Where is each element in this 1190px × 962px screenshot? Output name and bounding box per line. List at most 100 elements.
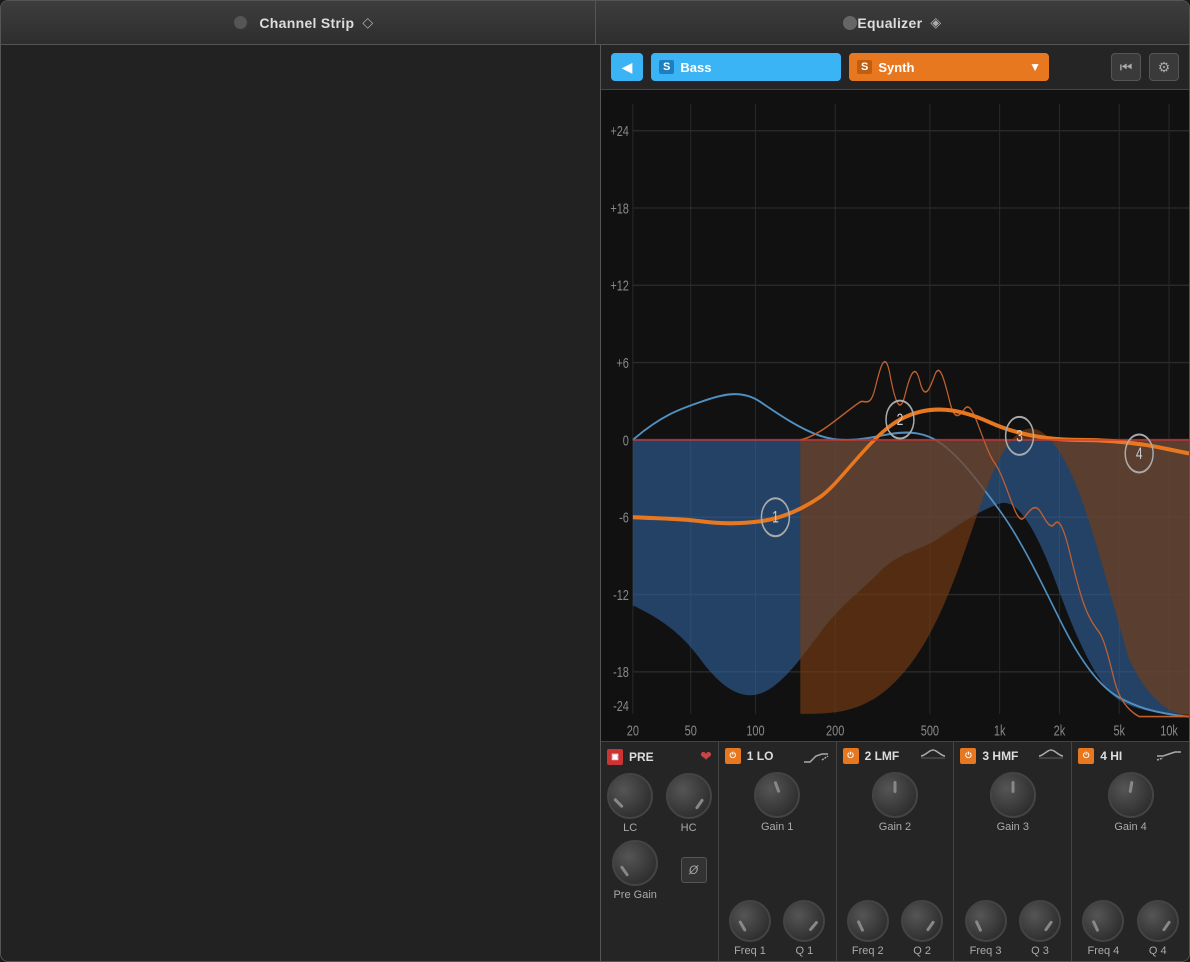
bass-track-selector[interactable]: S Bass [651, 53, 841, 81]
band4-freq-knob[interactable] [1082, 900, 1124, 942]
pre-gain-knob-group: Pre Gain [612, 840, 658, 901]
svg-text:2k: 2k [1054, 722, 1066, 739]
hc-knob-group: HC [666, 773, 712, 834]
band4-shape-icon [1155, 748, 1183, 764]
synth-track-selector[interactable]: S Synth ▼ [849, 53, 1049, 81]
band3-q-knob[interactable] [1019, 900, 1061, 942]
band2-power-button[interactable]: ⏻ [843, 748, 859, 764]
band1-gain-knob[interactable] [754, 772, 800, 818]
svg-text:20: 20 [627, 722, 639, 739]
svg-text:+6: +6 [616, 354, 628, 371]
band1-label: 1 LO [747, 749, 796, 763]
band1-q-knob[interactable] [783, 900, 825, 942]
svg-text:2: 2 [897, 411, 904, 429]
svg-text:500: 500 [921, 722, 939, 739]
pre-icon: ❤ [700, 748, 712, 765]
band1-knobs: Gain 1 Freq 1 Q 1 [723, 772, 832, 957]
band1-q-label: Q 1 [796, 945, 814, 957]
band2-section: ⏻ 2 LMF Gain 2 [837, 742, 955, 961]
circle-icon [843, 16, 857, 30]
phase-button[interactable]: Ø [681, 857, 707, 883]
band1-power-button[interactable]: ⏻ [725, 748, 741, 764]
svg-text:100: 100 [746, 722, 764, 739]
pre-power-icon: ▣ [611, 752, 619, 761]
band1-freq-knob[interactable] [729, 900, 771, 942]
window-close-button[interactable] [234, 16, 247, 29]
svg-text:+24: +24 [610, 122, 629, 139]
svg-text:+18: +18 [610, 200, 629, 217]
band4-knobs: Gain 4 Freq 4 Q 4 [1076, 772, 1185, 957]
svg-text:4: 4 [1136, 445, 1143, 463]
band2-label: 2 LMF [865, 749, 914, 763]
phase-icon: Ø [689, 863, 698, 877]
hc-label: HC [681, 822, 697, 834]
band3-freq-knob[interactable] [965, 900, 1007, 942]
pre-gain-knob[interactable] [612, 840, 658, 886]
band4-section: ⏻ 4 HI Gain 4 [1072, 742, 1189, 961]
pre-section: ▣ PRE ❤ LC HC [601, 742, 719, 961]
svg-text:3: 3 [1016, 428, 1023, 446]
band4-gain-knob[interactable] [1108, 772, 1154, 818]
band2-gain-group: Gain 2 [841, 772, 950, 833]
band3-gain-group: Gain 3 [958, 772, 1067, 833]
band3-q-label: Q 3 [1031, 945, 1049, 957]
svg-text:-24: -24 [613, 697, 629, 714]
svg-text:10k: 10k [1160, 722, 1178, 739]
lc-label: LC [623, 822, 637, 834]
pre-bottom-knobs: Pre Gain Ø [605, 840, 714, 901]
band3-shape-icon [1037, 748, 1065, 764]
rewind-icon: ⏮ [1120, 59, 1133, 76]
rewind-button[interactable]: ⏮ [1111, 53, 1141, 81]
bass-label: Bass [680, 60, 711, 75]
back-button[interactable]: ◀ [611, 53, 643, 81]
band3-freq-label: Freq 3 [970, 945, 1002, 957]
band2-gain-knob[interactable] [872, 772, 918, 818]
svg-text:1: 1 [772, 509, 779, 527]
equalizer-panel: ◀ S Bass S Synth ▼ ⏮ ⚙ [601, 45, 1189, 961]
pre-power-button[interactable]: ▣ [607, 749, 623, 765]
svg-text:200: 200 [826, 722, 844, 739]
band1-section: ⏻ 1 LO Gain 1 [719, 742, 837, 961]
band3-power-button[interactable]: ⏻ [960, 748, 976, 764]
band3-gain-label: Gain 3 [997, 821, 1029, 833]
pre-gain-label: Pre Gain [613, 889, 656, 901]
band2-knobs: Gain 2 Freq 2 Q 2 [841, 772, 950, 957]
settings-button[interactable]: ⚙ [1149, 53, 1179, 81]
band3-power-icon: ⏻ [965, 751, 971, 761]
eq-display[interactable]: 1 2 3 4 +24 +18 +12 +6 0 -6 -12 -18 [601, 90, 1189, 741]
band1-freq-label: Freq 1 [734, 945, 766, 957]
band1-shape-icon [802, 748, 830, 764]
svg-text:-12: -12 [613, 586, 629, 603]
band2-q-knob[interactable] [901, 900, 943, 942]
band2-freq-knob[interactable] [847, 900, 889, 942]
title-bar: Channel Strip ◇ Equalizer ◈ [1, 1, 1189, 45]
band3-knobs: Gain 3 Freq 3 Q 3 [958, 772, 1067, 957]
plugin-window: Channel Strip ◇ Equalizer ◈ ◀ S Bass [0, 0, 1190, 962]
dropdown-arrow-icon: ▼ [1029, 60, 1041, 74]
band2-header: ⏻ 2 LMF [841, 748, 950, 764]
channel-strip-panel [1, 45, 601, 961]
band4-header: ⏻ 4 HI [1076, 748, 1185, 764]
svg-text:5k: 5k [1113, 722, 1125, 739]
band4-power-button[interactable]: ⏻ [1078, 748, 1094, 764]
band4-q-knob[interactable] [1137, 900, 1179, 942]
band3-gain-knob[interactable] [990, 772, 1036, 818]
lc-knob[interactable] [607, 773, 653, 819]
band2-gain-label: Gain 2 [879, 821, 911, 833]
band1-header: ⏻ 1 LO [723, 748, 832, 764]
band4-power-icon: ⏻ [1083, 751, 1089, 761]
channel-strip-title: Channel Strip [259, 15, 354, 31]
band1-bottom-knobs: Freq 1 Q 1 [723, 900, 832, 957]
band2-q-label: Q 2 [913, 945, 931, 957]
diamond-left-icon: ◇ [362, 14, 373, 31]
pre-header: ▣ PRE ❤ [605, 748, 714, 765]
eq-toolbar: ◀ S Bass S Synth ▼ ⏮ ⚙ [601, 45, 1189, 90]
phase-btn-group: Ø [681, 857, 707, 883]
hc-knob[interactable] [666, 773, 712, 819]
svg-text:50: 50 [685, 722, 697, 739]
band3-header: ⏻ 3 HMF [958, 748, 1067, 764]
band1-gain-group: Gain 1 [723, 772, 832, 833]
band3-label: 3 HMF [982, 749, 1031, 763]
main-content: ◀ S Bass S Synth ▼ ⏮ ⚙ [1, 45, 1189, 961]
synth-label: Synth [878, 60, 914, 75]
